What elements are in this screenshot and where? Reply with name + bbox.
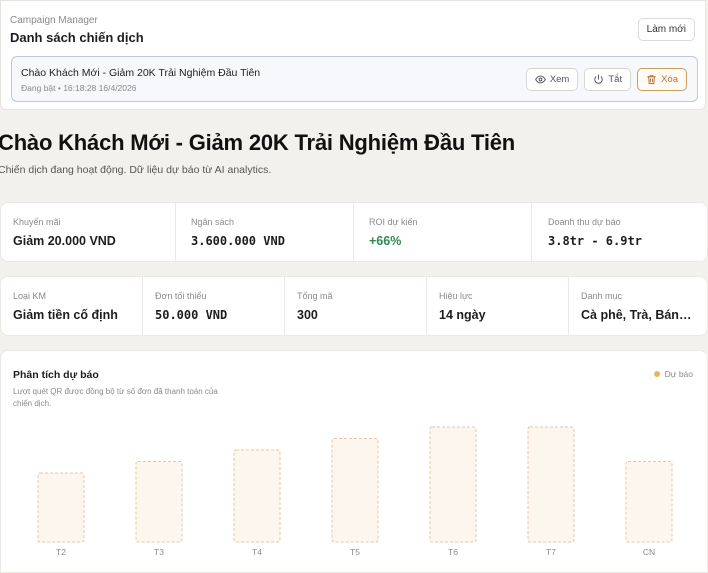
stat-label: Danh mục xyxy=(581,291,623,301)
power-icon xyxy=(594,74,604,84)
chart-bar-t3 xyxy=(135,461,183,543)
stat-label: ROI dự kiến xyxy=(369,217,418,227)
x-tick-label: T3 xyxy=(154,547,164,557)
chart-title: Phân tích dự báo xyxy=(13,369,99,381)
x-tick-label: T4 xyxy=(252,547,262,557)
page-title: Danh sách chiến dịch xyxy=(10,30,144,45)
app-kicker: Campaign Manager xyxy=(10,15,98,26)
toggle-off-label: Tắt xyxy=(608,74,623,85)
delete-button-label: Xóa xyxy=(661,74,678,85)
chart-bar-t2 xyxy=(37,472,85,543)
campaign-title: Chào Khách Mới - Giảm 20K Trải Nghiệm Đầ… xyxy=(0,130,516,155)
chart-bar-t5 xyxy=(331,438,379,543)
campaign-manager-panel: Campaign Manager Danh sách chiến dịch Là… xyxy=(0,0,706,110)
x-tick-label: T7 xyxy=(546,547,556,557)
chart-bar-t7 xyxy=(527,426,575,543)
forecast-chart-panel: T2 T3 T4 T5 T6 T7 CN Phân tích dự báo Lượt qué… xyxy=(0,350,708,573)
stats-row-secondary: Loại KM Giảm tiền cố định Đơn tối thiểu … xyxy=(0,276,708,336)
stat-value: 3.600.000 VND xyxy=(191,234,285,248)
stat-value: Giảm 20.000 VND xyxy=(13,234,116,248)
stat-validity: Hiệu lực 14 ngày xyxy=(427,277,569,335)
legend-dot xyxy=(653,371,660,377)
campaign-actions: Xem Tắt Xóa xyxy=(525,68,687,91)
refresh-button[interactable]: Làm mới xyxy=(637,18,695,41)
stat-min-order: Đơn tối thiểu 50.000 VND xyxy=(143,277,285,335)
stat-value: +66% xyxy=(369,234,402,248)
delete-button[interactable]: Xóa xyxy=(637,68,687,91)
stat-value: 14 ngày xyxy=(439,308,486,322)
legend-label: Dự báo xyxy=(664,369,693,379)
stats-row-primary: Khuyến mãi Giảm 20.000 VND Ngân sách 3.6… xyxy=(0,202,708,262)
stat-label: Loại KM xyxy=(13,291,47,301)
stat-total-codes: Tổng mã 300 xyxy=(285,277,427,335)
stat-budget: Ngân sách 3.600.000 VND xyxy=(176,203,354,261)
chart-bar-t6 xyxy=(429,426,477,543)
stat-value: 3.8tr - 6.9tr xyxy=(548,234,642,248)
stat-label: Doanh thu dự báo xyxy=(548,217,621,227)
x-tick-label: T2 xyxy=(56,547,66,557)
stat-label: Tổng mã xyxy=(297,291,333,301)
chart-bar-cn xyxy=(625,461,673,543)
view-button-label: Xem xyxy=(549,74,570,85)
trash-icon xyxy=(647,75,656,85)
stat-label: Đơn tối thiểu xyxy=(155,291,207,301)
stat-value: Cà phê, Trà, Bánh ... xyxy=(581,308,693,322)
campaign-status: Đang bật • 16:18:28 16/4/2026 xyxy=(21,83,137,93)
stat-promotion: Khuyến mãi Giảm 20.000 VND xyxy=(1,203,176,261)
x-tick-label: CN xyxy=(643,547,655,557)
stat-value: Giảm tiền cố định xyxy=(13,308,118,322)
stat-promo-type: Loại KM Giảm tiền cố định xyxy=(1,277,143,335)
campaign-list-item[interactable]: Chào Khách Mới - Giảm 20K Trải Nghiệm Đầ… xyxy=(11,56,698,102)
view-button[interactable]: Xem xyxy=(525,68,579,91)
campaign-name: Chào Khách Mới - Giảm 20K Trải Nghiệm Đầ… xyxy=(21,67,261,79)
chart-legend: Dự báo xyxy=(653,369,693,379)
stat-value: 50.000 VND xyxy=(155,308,228,322)
stat-roi: ROI dự kiến +66% xyxy=(354,203,532,261)
stat-label: Hiệu lực xyxy=(439,291,473,301)
stat-forecast-revenue: Doanh thu dự báo 3.8tr - 6.9tr xyxy=(532,203,707,261)
campaign-subtitle: Chiến dịch đang hoạt động. Dữ liệu dự bá… xyxy=(0,164,272,176)
eye-icon xyxy=(534,75,546,84)
stat-value: 300 xyxy=(297,308,318,322)
forecast-bar-chart: T2 T3 T4 T5 T6 T7 CN xyxy=(37,426,673,557)
x-tick-label: T6 xyxy=(448,547,458,557)
toggle-off-button[interactable]: Tắt xyxy=(584,68,632,91)
chart-description: Lượt quét QR được đồng bộ từ số đơn đã t… xyxy=(13,387,218,408)
stat-label: Ngân sách xyxy=(191,217,235,227)
stat-label: Khuyến mãi xyxy=(13,217,61,227)
stat-category: Danh mục Cà phê, Trà, Bánh ... xyxy=(569,277,707,335)
x-tick-label: T5 xyxy=(350,547,360,557)
chart-bar-t4 xyxy=(233,449,281,543)
